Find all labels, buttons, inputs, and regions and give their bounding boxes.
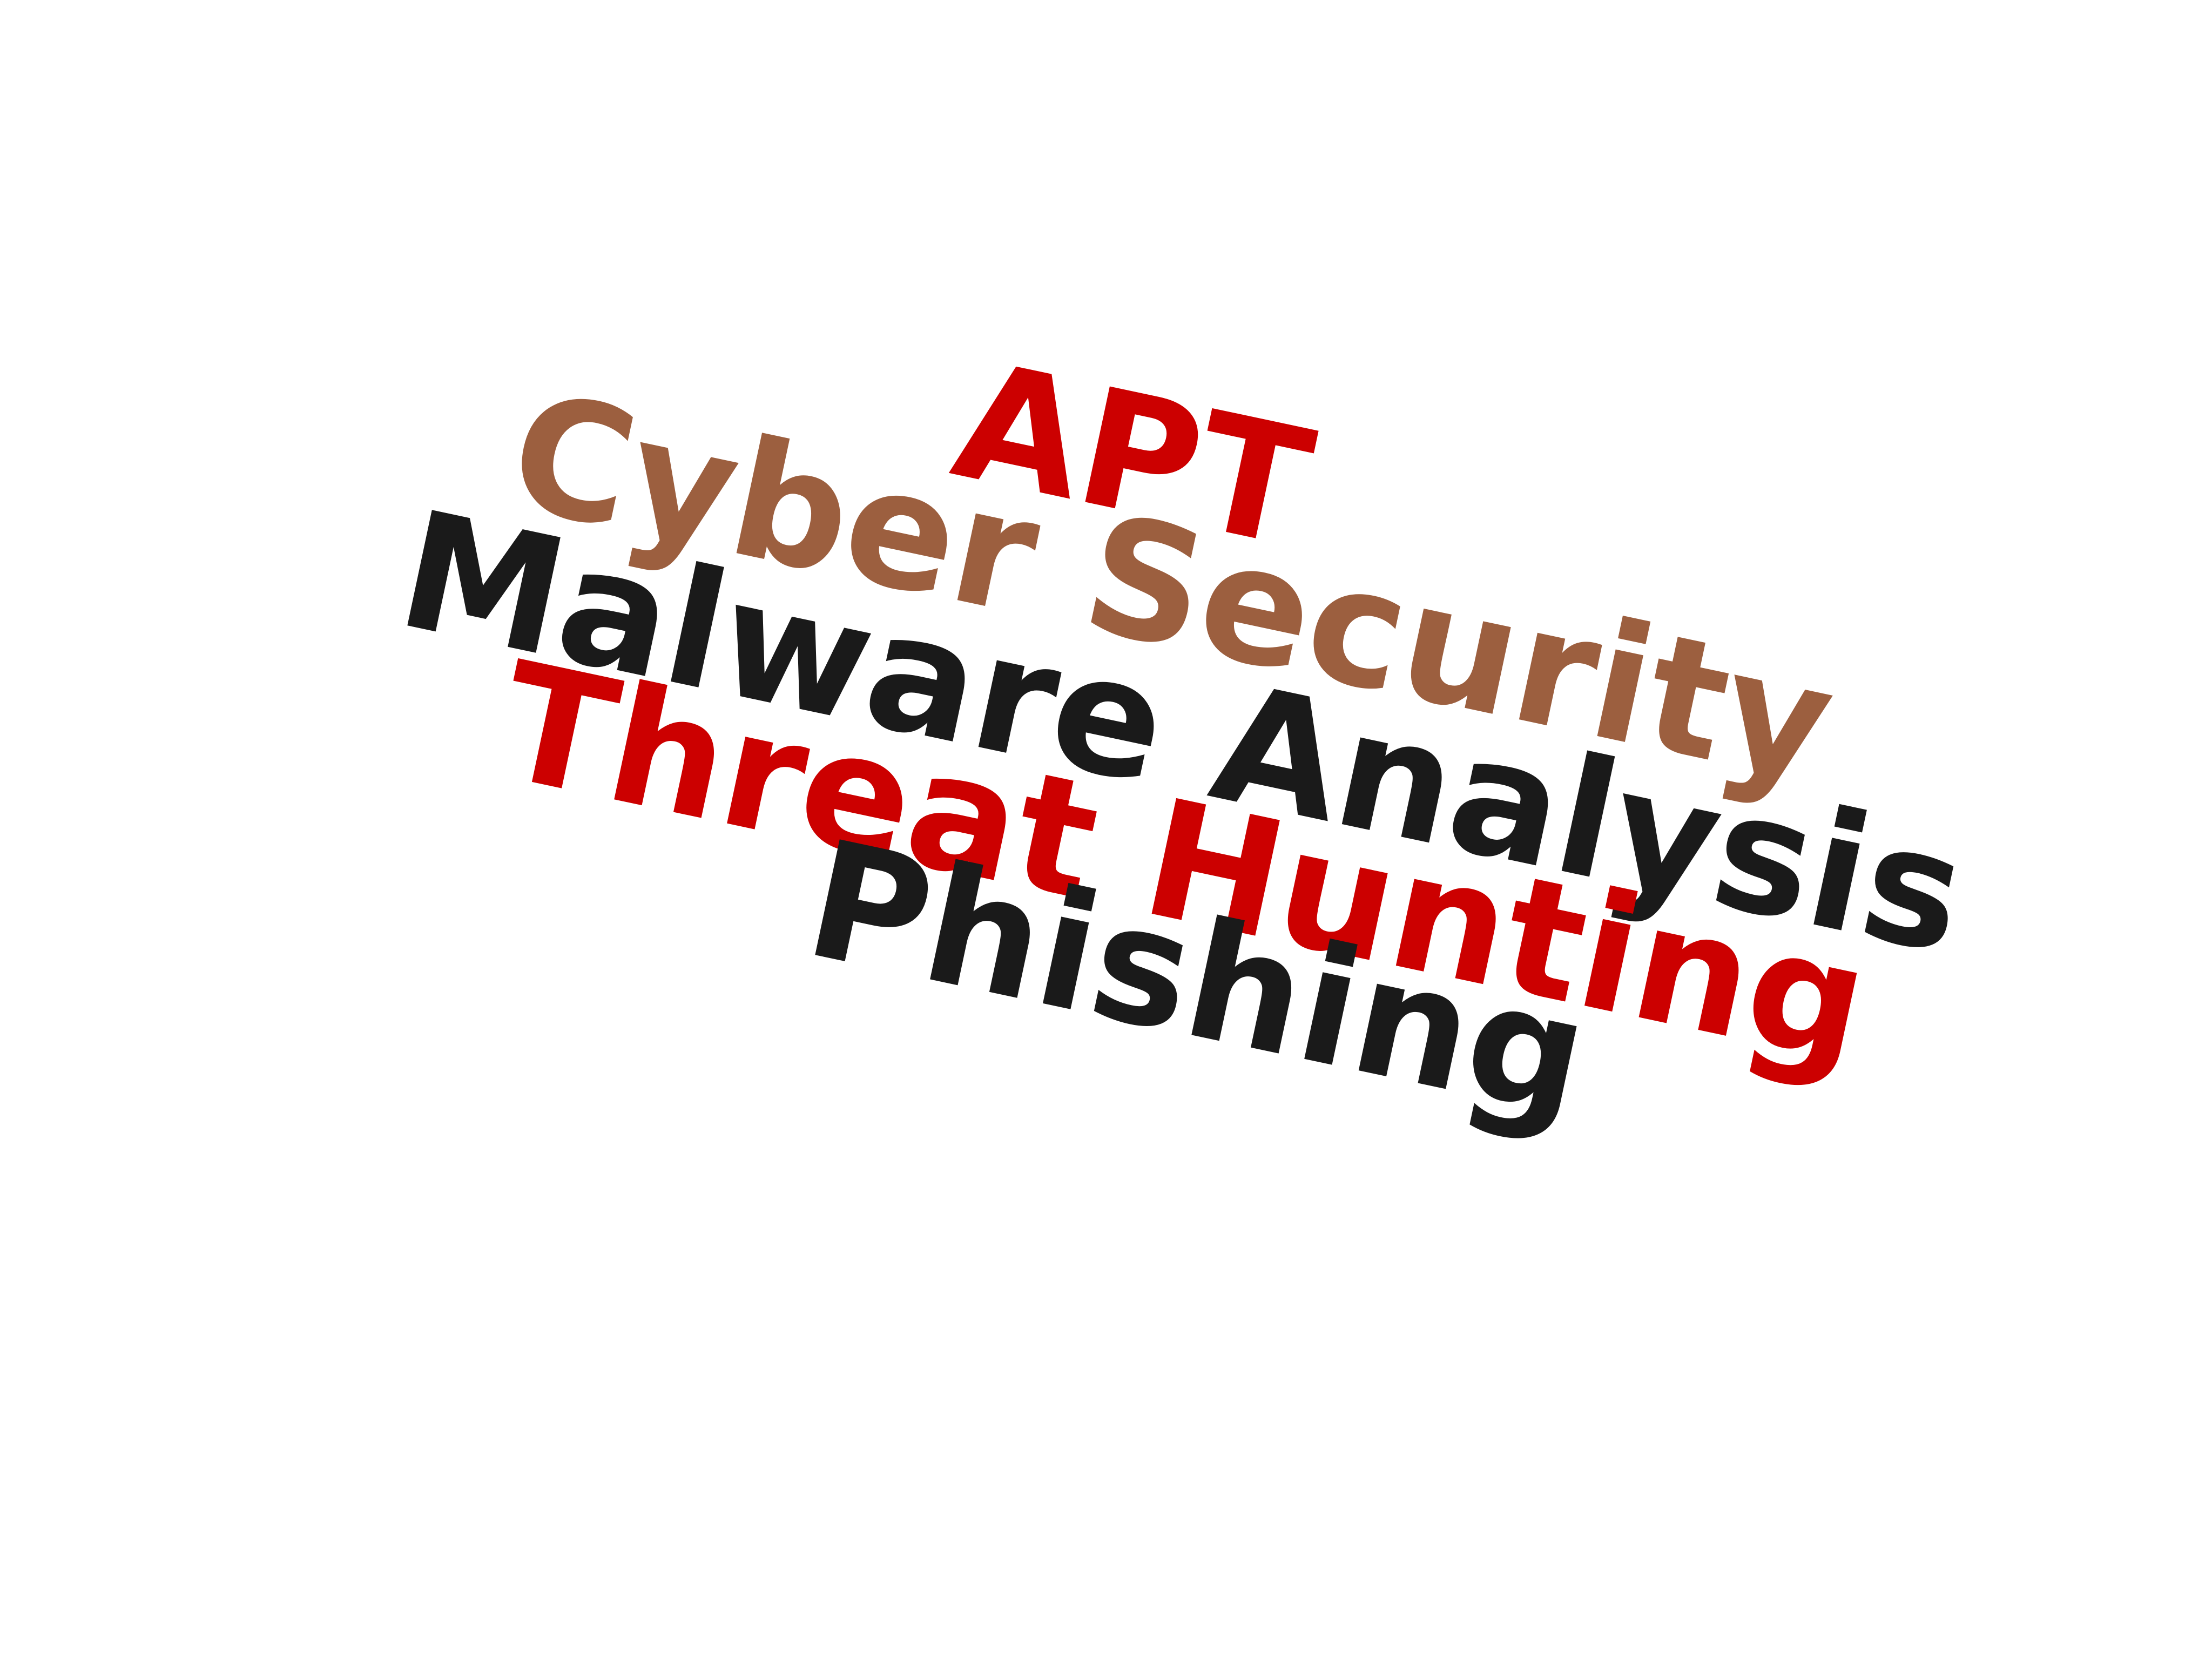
word-cloud: APT Cyber Security Malware Analysis Thre… xyxy=(0,0,2212,1659)
